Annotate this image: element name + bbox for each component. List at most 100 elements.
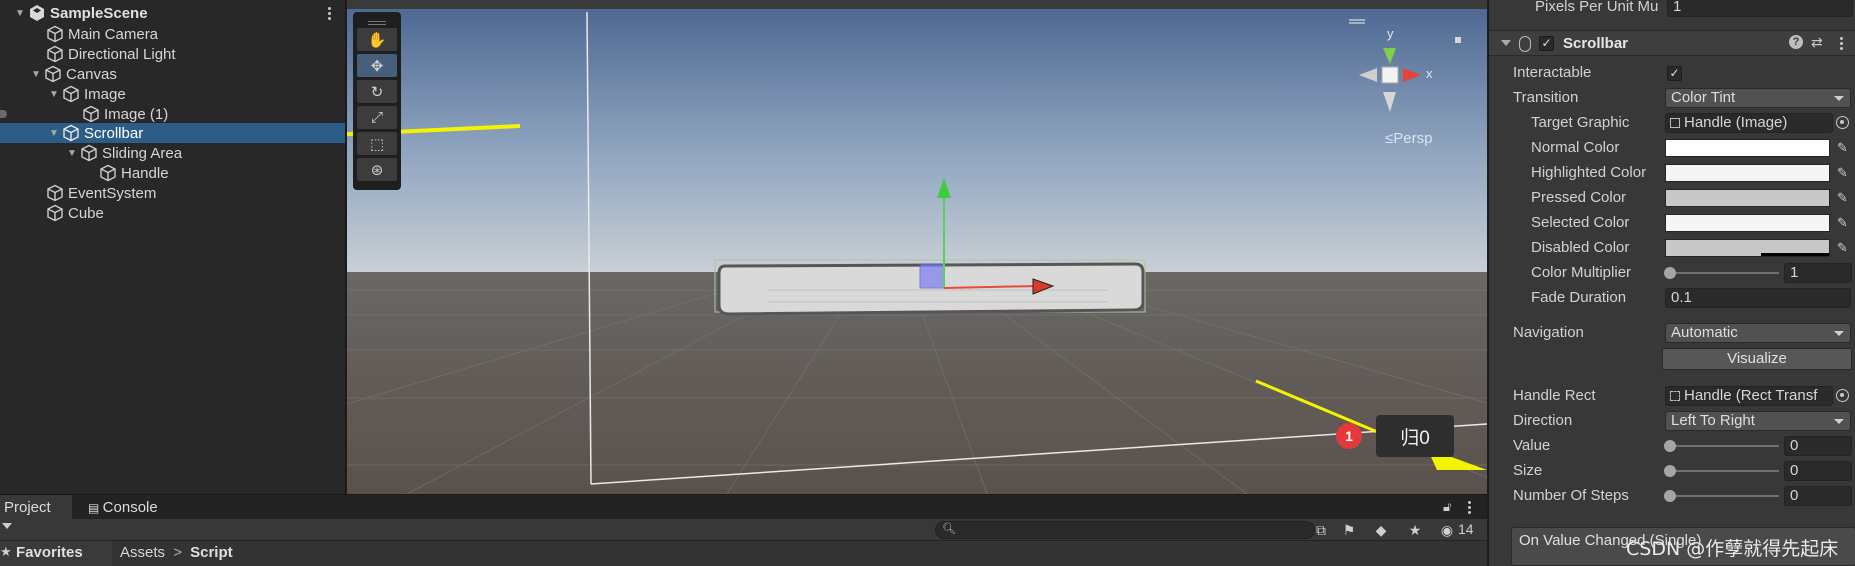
interactable-checkbox[interactable]: ✓ <box>1667 66 1682 81</box>
search-filter-icon[interactable]: ⧉ <box>1312 522 1330 538</box>
notification-badge[interactable]: 1 <box>1336 423 1362 449</box>
hierarchy-item-sliding-area[interactable]: ▼ Sliding Area <box>0 143 345 163</box>
bottom-tab-bar: Project ▤ Console 🔓︎ <box>0 494 1487 520</box>
slider-track[interactable] <box>1669 445 1779 447</box>
hierarchy-item-scrollbar[interactable]: ▼ Scrollbar <box>0 123 345 143</box>
pressed-color-swatch[interactable] <box>1665 189 1830 207</box>
persp-label[interactable]: ≤Persp <box>1385 130 1432 147</box>
object-picker-icon[interactable] <box>1836 116 1849 129</box>
normal-color-swatch[interactable] <box>1665 139 1830 157</box>
hidden-packages-icon[interactable]: ◉ <box>1438 522 1456 538</box>
inspector-row-disabled-color: Disabled Color ✎ <box>1489 237 1855 259</box>
kebab-menu-icon[interactable] <box>328 7 332 21</box>
component-menu-icon[interactable] <box>1840 37 1844 51</box>
console-icon: ▤ <box>88 501 103 515</box>
component-header[interactable]: ✓ Scrollbar ? ⇄ <box>1489 30 1855 56</box>
presets-icon[interactable]: ⇄ <box>1811 34 1823 51</box>
number-of-steps-input[interactable]: 0 <box>1784 486 1852 506</box>
slider-knob[interactable] <box>1664 267 1676 279</box>
eyedropper-icon[interactable]: ✎ <box>1837 190 1853 206</box>
type-filter-icon[interactable]: ⚑ <box>1340 522 1358 538</box>
slider-track[interactable] <box>1669 272 1779 274</box>
handle-rect-field[interactable]: Handle (Rect Transf <box>1665 386 1833 406</box>
inspector-row-color-multiplier: Color Multiplier 1 <box>1489 262 1855 284</box>
panel-menu-icon[interactable] <box>1468 501 1472 515</box>
foldout-arrow-icon[interactable] <box>1501 40 1511 46</box>
visualize-button[interactable]: Visualize <box>1662 348 1852 370</box>
color-multiplier-input[interactable]: 1 <box>1784 263 1852 283</box>
rect-tool-button[interactable]: ⬚ <box>357 132 397 155</box>
disabled-color-swatch[interactable] <box>1665 239 1830 257</box>
hierarchy-item-canvas[interactable]: ▼ Canvas <box>0 64 345 84</box>
object-picker-icon[interactable] <box>1836 389 1849 402</box>
project-panel: Project ▤ Console 🔓︎ 🔍︎ ⧉ ⚑ ◆ ★ ◉ 14 ★ F… <box>0 494 1487 566</box>
target-graphic-field[interactable]: Handle (Image) <box>1665 113 1833 133</box>
navigation-dropdown[interactable]: Automatic <box>1665 323 1851 343</box>
expand-arrow-icon[interactable]: ▼ <box>48 88 60 100</box>
search-input[interactable]: 🔍︎ <box>935 521 1315 539</box>
scene-canvas[interactable]: y x <box>347 0 1487 494</box>
value-input[interactable]: 0 <box>1784 436 1852 456</box>
gameobject-cube-icon <box>47 184 63 202</box>
eyedropper-icon[interactable]: ✎ <box>1837 215 1853 231</box>
move-icon: ✥ <box>370 57 384 75</box>
direction-dropdown[interactable]: Left To Right <box>1665 411 1851 431</box>
expand-arrow-icon[interactable]: ▼ <box>48 127 60 139</box>
watermark: CSDN @作孽就得先起床 <box>1626 538 1839 560</box>
breadcrumb-assets[interactable]: Assets <box>120 544 165 561</box>
move-tool-button[interactable]: ✥ <box>357 54 397 77</box>
slider-track[interactable] <box>1669 495 1779 497</box>
hierarchy-item-label: Directional Light <box>68 45 176 63</box>
transform-icon: ⊛ <box>370 161 384 179</box>
hierarchy-item-image-1[interactable]: Image (1) <box>0 104 345 124</box>
hierarchy-item-directional-light[interactable]: Directional Light <box>0 44 345 64</box>
favorite-star-icon[interactable]: ★ <box>1406 522 1424 538</box>
label-filter-icon[interactable]: ◆ <box>1372 522 1390 538</box>
component-enabled-checkbox[interactable]: ✓ <box>1539 36 1554 51</box>
breadcrumb-script[interactable]: Script <box>190 544 233 561</box>
scene-view[interactable]: y x ✋ ✥ ↻ ⤢ ⬚ ⊛ ≤Persp <box>347 0 1487 494</box>
tab-project[interactable]: Project <box>0 495 72 520</box>
scrollbar-component-icon <box>1519 36 1531 52</box>
rotate-tool-button[interactable]: ↻ <box>357 80 397 103</box>
hierarchy-scene-row[interactable]: ▼ SampleScene <box>0 3 345 23</box>
favorites-section[interactable]: ★ Favorites <box>0 541 112 566</box>
gameobject-cube-icon <box>47 204 63 222</box>
eyedropper-icon[interactable]: ✎ <box>1837 240 1853 256</box>
hierarchy-item-eventsystem[interactable]: EventSystem <box>0 183 345 203</box>
slider-track[interactable] <box>1669 470 1779 472</box>
expand-arrow-icon[interactable]: ▼ <box>14 7 26 19</box>
dropdown-caret-icon <box>1834 96 1844 101</box>
selected-color-swatch[interactable] <box>1665 214 1830 232</box>
transition-dropdown[interactable]: Color Tint <box>1665 88 1851 108</box>
expand-arrow-icon[interactable]: ▼ <box>66 147 78 159</box>
help-icon[interactable]: ? <box>1789 35 1803 49</box>
tab-console[interactable]: ▤ Console <box>84 495 174 520</box>
create-dropdown-icon[interactable] <box>2 523 12 529</box>
hierarchy-item-cube[interactable]: Cube <box>0 203 345 223</box>
eyedropper-icon[interactable]: ✎ <box>1837 165 1853 181</box>
slider-knob[interactable] <box>1664 490 1676 502</box>
eyedropper-icon[interactable]: ✎ <box>1837 140 1853 156</box>
slider-knob[interactable] <box>1664 465 1676 477</box>
hierarchy-item-main-camera[interactable]: Main Camera <box>0 24 345 44</box>
skybox <box>347 0 1487 272</box>
hidden-count: 14 <box>1458 521 1474 537</box>
gameobject-cube-icon <box>47 25 63 43</box>
transform-tool-button[interactable]: ⊛ <box>357 158 397 181</box>
move-gizmo-plane-handle[interactable] <box>919 263 945 289</box>
fade-duration-input[interactable]: 0.1 <box>1665 288 1851 308</box>
pixels-per-unit-input[interactable]: 1 <box>1667 0 1853 17</box>
hand-tool-button[interactable]: ✋ <box>357 28 397 51</box>
expand-arrow-icon[interactable]: ▼ <box>30 68 42 80</box>
lock-icon[interactable]: 🔓︎ <box>1443 499 1451 515</box>
scale-tool-button[interactable]: ⤢ <box>357 106 397 129</box>
slider-knob[interactable] <box>1664 440 1676 452</box>
hierarchy-item-image[interactable]: ▼ Image <box>0 84 345 104</box>
size-input[interactable]: 0 <box>1784 461 1852 481</box>
scale-icon: ⤢ <box>370 109 383 126</box>
highlighted-color-swatch[interactable] <box>1665 164 1830 182</box>
tool-palette-grip[interactable] <box>357 16 397 26</box>
hierarchy-item-handle[interactable]: Handle <box>0 163 345 183</box>
inspector-row-pressed-color: Pressed Color ✎ <box>1489 187 1855 209</box>
